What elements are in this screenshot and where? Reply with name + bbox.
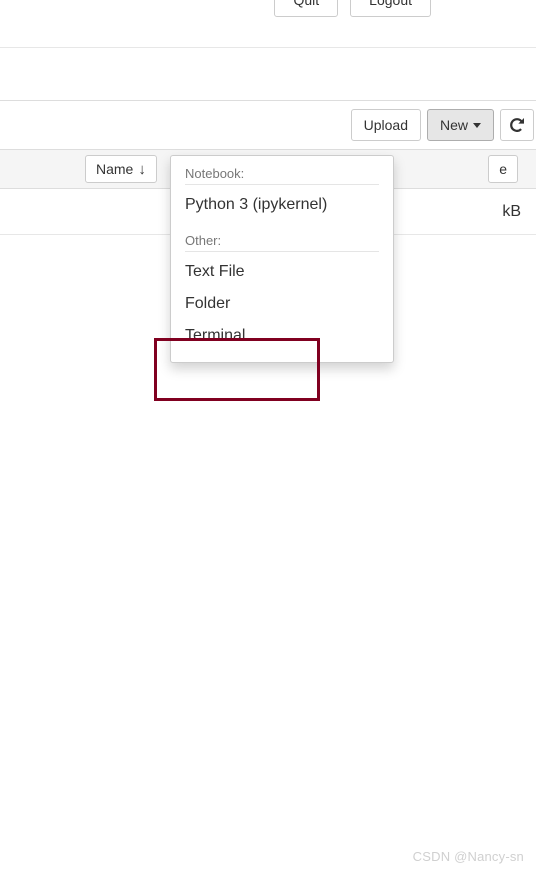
action-toolbar: Upload New	[0, 101, 534, 149]
dropdown-separator	[171, 221, 393, 229]
caret-down-icon	[473, 123, 481, 128]
watermark-text: CSDN @Nancy-sn	[413, 849, 524, 864]
file-size-suffix: kB	[502, 203, 521, 221]
top-bar: Quit Logout	[0, 0, 536, 48]
dropdown-item-textfile[interactable]: Text File	[171, 256, 393, 288]
new-button-label: New	[440, 117, 468, 133]
name-column-label: Name	[96, 161, 133, 177]
refresh-icon	[510, 118, 524, 132]
logout-button[interactable]: Logout	[350, 0, 431, 17]
upload-button[interactable]: Upload	[351, 109, 421, 141]
dropdown-item-terminal[interactable]: Terminal	[171, 320, 393, 352]
sort-arrow-down-icon: ↓	[138, 162, 146, 177]
refresh-button[interactable]	[500, 109, 534, 141]
dropdown-header-other: Other:	[185, 229, 379, 252]
new-dropdown-button[interactable]: New	[427, 109, 494, 141]
quit-button[interactable]: Quit	[274, 0, 338, 17]
new-dropdown-menu: Notebook: Python 3 (ipykernel) Other: Te…	[170, 155, 394, 363]
dropdown-header-notebook: Notebook:	[185, 162, 379, 185]
right-column-suffix: e	[499, 161, 507, 177]
dropdown-item-folder[interactable]: Folder	[171, 288, 393, 320]
dropdown-item-python3[interactable]: Python 3 (ipykernel)	[171, 189, 393, 221]
right-column-button[interactable]: e	[488, 155, 518, 183]
name-sort-button[interactable]: Name ↓	[85, 155, 157, 183]
